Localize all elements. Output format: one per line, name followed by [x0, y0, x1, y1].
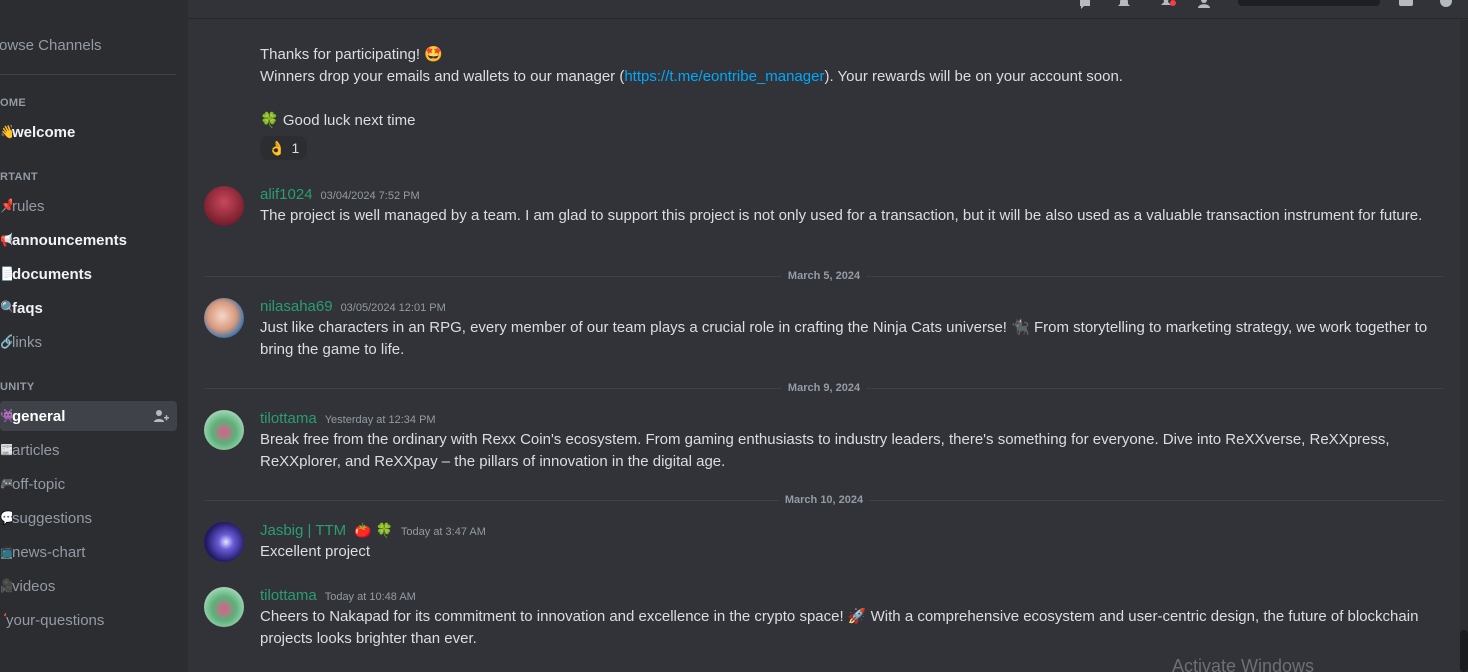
reaction-count: 1	[291, 140, 300, 156]
message-text: Break free from the ordinary with Rexx C…	[260, 431, 1390, 470]
megaphone-icon: 📢	[0, 232, 12, 247]
gamepad-icon: 🎮	[0, 476, 12, 491]
ok-hand-icon: 👌	[268, 139, 286, 156]
channel-label: links	[12, 333, 43, 351]
inbox-icon[interactable]	[1398, 0, 1414, 10]
channel-documents[interactable]: 📄 documents	[0, 259, 177, 289]
message-text: The project is well managed by a team. I…	[260, 207, 1423, 224]
newspaper-icon: 📰	[0, 442, 12, 457]
tv-icon: 📺	[0, 544, 12, 559]
channel-label: videos	[12, 577, 56, 595]
search-input[interactable]	[1238, 0, 1380, 6]
reaction-button[interactable]: 👌 1	[260, 136, 308, 160]
channel-announcements[interactable]: 📢 announcements	[0, 225, 177, 255]
manager-link[interactable]: https://t.me/eontribe_manager	[624, 68, 824, 85]
username[interactable]: tilottama	[260, 410, 317, 427]
username[interactable]: tilottama	[260, 587, 317, 604]
channel-welcome[interactable]: 👋 welcome	[0, 117, 177, 147]
message-text: Cheers to Nakapad for its commitment to …	[260, 608, 1419, 647]
browse-channels-button[interactable]: rowse Channels	[0, 37, 102, 54]
member-list-icon[interactable]	[1196, 0, 1212, 10]
channel-off-topic[interactable]: 🎮 off-topic	[0, 469, 177, 499]
alien-icon: 👾	[0, 408, 12, 423]
channel-label: faqs	[12, 299, 43, 317]
channel-label: suggestions	[12, 509, 93, 527]
avatar[interactable]	[204, 410, 244, 450]
channel-label: articles	[12, 441, 60, 459]
channel-label: your-questions	[6, 611, 105, 629]
scrollbar-track[interactable]	[1460, 20, 1468, 672]
timestamp: 03/04/2024 7:52 PM	[320, 190, 420, 202]
speech-bubble-icon: 💬	[0, 510, 12, 525]
document-icon: 📄	[0, 266, 12, 281]
channel-articles[interactable]: 📰 articles	[0, 435, 177, 465]
link-icon: 🔗	[0, 334, 12, 349]
category-important[interactable]: RTANT	[0, 171, 38, 183]
avatar[interactable]	[204, 186, 244, 226]
help-icon[interactable]	[1438, 0, 1454, 10]
date-divider: March 10, 2024	[204, 494, 1444, 506]
message-header: tilottama Today at 10:48 AM	[260, 587, 416, 604]
avatar[interactable]	[204, 522, 244, 562]
channel-suggestions[interactable]: 💬 suggestions	[0, 503, 177, 533]
message-header: Jasbig | TTM 🍅 🍀 Today at 3:47 AM	[260, 522, 486, 539]
timestamp: Today at 10:48 AM	[324, 591, 416, 603]
channel-rules[interactable]: 📌 rules	[0, 191, 177, 221]
message-text: Just like characters in an RPG, every me…	[260, 319, 1428, 358]
category-community[interactable]: UNITY	[0, 381, 35, 393]
activation-watermark: Activate Windows	[1172, 656, 1315, 672]
channel-label: documents	[12, 265, 93, 283]
channel-news-chart[interactable]: 📺 news-chart	[0, 537, 177, 567]
channel-videos[interactable]: 🎥 videos	[0, 571, 177, 601]
category-home[interactable]: OME	[0, 97, 26, 109]
message-header: alif1024 03/04/2024 7:52 PM	[260, 186, 420, 203]
magnifier-icon: 🔍	[0, 300, 12, 315]
timestamp: Yesterday at 12:34 PM	[324, 414, 436, 426]
message-text: Thanks for participating! 🤩	[260, 46, 443, 63]
sidebar-divider	[0, 74, 176, 75]
timestamp: 03/05/2024 12:01 PM	[340, 302, 446, 314]
message-text: 🍀 Good luck next time	[260, 112, 416, 129]
message-text-part: ). Your rewards will be on your account …	[824, 68, 1123, 85]
notification-bell-icon[interactable]	[1116, 0, 1132, 10]
channel-label: rules	[12, 197, 45, 215]
camera-icon: 🎥	[0, 578, 12, 593]
channel-sidebar: rowse Channels OME 👋 welcome RTANT 📌 rul…	[0, 0, 188, 672]
timestamp: Today at 3:47 AM	[400, 526, 486, 538]
username[interactable]: Jasbig | TTM	[260, 522, 346, 539]
pin-icon: 📌	[0, 198, 12, 213]
date-divider: March 5, 2024	[204, 270, 1444, 282]
date-label: March 5, 2024	[781, 270, 867, 282]
channel-header	[188, 0, 1468, 19]
channel-faqs[interactable]: 🔍 faqs	[0, 293, 177, 323]
message-text: Excellent project	[260, 543, 371, 560]
channel-label: announcements	[12, 231, 128, 249]
channel-general[interactable]: 👾 general	[0, 401, 177, 431]
channel-links[interactable]: 🔗 links	[0, 327, 177, 357]
threads-icon[interactable]	[1078, 0, 1094, 10]
channel-your-questions[interactable]: ❓ your-questions	[0, 605, 177, 635]
username[interactable]: alif1024	[260, 186, 313, 203]
channel-label: news-chart	[12, 543, 86, 561]
message-header: tilottama Yesterday at 12:34 PM	[260, 410, 436, 427]
unread-dot	[1170, 0, 1176, 6]
date-divider: March 9, 2024	[204, 382, 1444, 394]
message-list: Thanks for participating! 🤩 Winners drop…	[188, 20, 1460, 672]
date-label: March 9, 2024	[781, 382, 867, 394]
channel-label: general	[12, 407, 66, 425]
avatar[interactable]	[204, 298, 244, 338]
message-text-part: Winners drop your emails and wallets to …	[260, 68, 625, 85]
wave-icon: 👋	[0, 124, 12, 139]
channel-label: welcome	[12, 123, 76, 141]
tomato-clover-icon: 🍅 🍀	[354, 522, 393, 538]
message-header: nilasaha69 03/05/2024 12:01 PM	[260, 298, 446, 315]
channel-label: off-topic	[12, 475, 66, 493]
scrollbar-thumb[interactable]	[1460, 630, 1468, 672]
avatar[interactable]	[204, 587, 244, 627]
username[interactable]: nilasaha69	[260, 298, 333, 315]
add-member-icon[interactable]	[153, 408, 169, 424]
date-label: March 10, 2024	[778, 494, 870, 506]
message-text: Winners drop your emails and wallets to …	[260, 66, 1123, 88]
